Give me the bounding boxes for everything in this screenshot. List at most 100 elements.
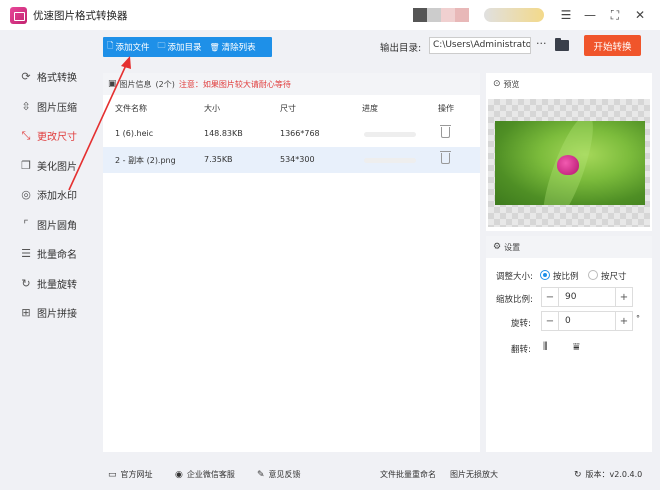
close-icon[interactable]: ✕ (631, 6, 649, 24)
scale-label: 缩放比例: (496, 295, 533, 305)
output-dir-input[interactable]: C:\Users\Administrator\ (429, 37, 531, 54)
file-dims-cell: 1366*768 (280, 129, 320, 138)
radio-by-size-label[interactable]: 按尺寸 (601, 270, 627, 282)
app-title: 优速图片格式转换器 (33, 9, 128, 22)
website-icon: ▭ (108, 469, 117, 480)
clear-list-button[interactable]: 🗑 清除列表 (205, 41, 259, 54)
radio-by-size[interactable] (588, 270, 598, 280)
title-bar: 优速图片格式转换器 ☰ — ⛶ ✕ (0, 0, 660, 30)
flip-vertical-icon[interactable]: ⩸ (573, 340, 580, 354)
user-avatar[interactable] (413, 8, 469, 22)
rename-icon: ☰ (21, 247, 31, 261)
resize-icon: ⤡ (21, 128, 31, 142)
sidebar-item-label: 图片压缩 (37, 102, 77, 114)
file-size-cell: 7.35KB (204, 155, 233, 164)
feedback-icon: ✎ (257, 469, 265, 480)
app-logo-icon (10, 6, 27, 24)
file-count: (2个) (155, 79, 175, 89)
rotate-decrease-button[interactable]: − (542, 316, 558, 327)
file-list-panel: ▣ 图片信息 (2个) 注意：如果图片较大请耐心等待 文件名称 大小 尺寸 进度… (103, 73, 480, 452)
settings-header: ⚙ 设置 (486, 236, 652, 258)
file-icon: 🗋 (107, 41, 114, 50)
round-corner-icon: ⌜ (23, 217, 29, 231)
scale-input[interactable]: 90 (558, 288, 616, 306)
compress-icon: ⇳ (21, 99, 31, 113)
flip-label: 翻转: (511, 345, 531, 355)
sidebar-item-stitch[interactable]: ⊞ 图片拼接 (0, 298, 100, 328)
image-info-icon: ▣ (108, 79, 117, 89)
minimize-icon[interactable]: — (581, 6, 599, 24)
sidebar-item-label: 图片拼接 (37, 309, 77, 321)
refresh-icon: ↻ (574, 469, 582, 480)
wechat-service-link[interactable]: ◉ 企业微信客服 (175, 469, 235, 480)
start-convert-button[interactable]: 开始转换 (584, 35, 641, 56)
sidebar-item-label: 批量命名 (37, 250, 77, 262)
radio-by-ratio[interactable] (540, 270, 550, 280)
preview-header: ⊙ 预览 (493, 79, 520, 89)
progress-bar (364, 132, 416, 137)
flip-horizontal-icon[interactable]: ⫴ (543, 340, 548, 354)
maximize-icon[interactable]: ⛶ (606, 6, 624, 24)
browse-more-button[interactable]: ··· (536, 37, 547, 50)
rotate-stepper: − 0 + (541, 311, 633, 331)
scale-decrease-button[interactable]: − (542, 292, 558, 303)
format-convert-icon: ⟳ (21, 70, 31, 84)
degree-symbol: ° (636, 314, 640, 323)
sidebar-item-resize[interactable]: ⤡ 更改尺寸 (0, 121, 100, 151)
output-dir-label: 输出目录: (380, 43, 422, 54)
file-name-cell: 2 - 副本 (2).png (115, 156, 176, 165)
preview-panel: ⊙ 预览 (486, 73, 652, 231)
batch-rename-link[interactable]: 文件批量重命名 (380, 469, 436, 480)
rotate-increase-button[interactable]: + (616, 316, 632, 327)
beautify-icon: ❐ (21, 158, 31, 172)
sidebar-item-label: 更改尺寸 (37, 132, 77, 144)
file-dims-cell: 534*300 (280, 155, 315, 164)
sidebar: ⟳ 格式转换 ⇳ 图片压缩 ⤡ 更改尺寸 ❐ 美化图片 ◎ 添加水印 ⌜ 图片圆角 ☰ 批量命名 ↻ 批量旋转… (0, 62, 100, 328)
feedback-link[interactable]: ✎ 意见反馈 (257, 469, 301, 480)
scale-stepper: − 90 + (541, 287, 633, 307)
col-action: 操作 (438, 104, 454, 113)
preview-image (495, 121, 645, 205)
add-file-button[interactable]: 🗋 添加文件 (103, 40, 153, 54)
resize-mode-label: 调整大小: (496, 272, 533, 282)
rotate-input[interactable]: 0 (558, 312, 616, 330)
menu-icon[interactable]: ☰ (557, 6, 575, 24)
watermark-icon: ◎ (21, 188, 31, 202)
sidebar-item-format-convert[interactable]: ⟳ 格式转换 (0, 62, 100, 92)
folder-icon: 🗀 (157, 41, 166, 50)
footer: ▭ 官方网址 ◉ 企业微信客服 ✎ 意见反馈 文件批量重命名 图片无损放大 ↻ … (0, 458, 660, 490)
add-directory-button[interactable]: 🗀 添加目录 (153, 40, 205, 54)
sidebar-item-beautify[interactable]: ❐ 美化图片 (0, 151, 100, 181)
delete-row-icon[interactable] (440, 125, 451, 138)
trash-icon: 🗑 (209, 42, 220, 52)
file-panel-header: ▣ 图片信息 (2个) 注意：如果图片较大请耐心等待 (103, 73, 480, 95)
table-header: 文件名称 大小 尺寸 进度 操作 (103, 95, 480, 121)
col-dims: 尺寸 (280, 104, 296, 113)
sidebar-item-rotate[interactable]: ↻ 批量旋转 (0, 269, 100, 299)
sidebar-item-round-corner[interactable]: ⌜ 图片圆角 (0, 210, 100, 240)
annotation-arrow-head (121, 56, 131, 69)
website-link[interactable]: ▭ 官方网址 (108, 469, 153, 480)
user-account-badge[interactable] (484, 8, 544, 22)
progress-bar (364, 158, 416, 163)
sidebar-item-watermark[interactable]: ◎ 添加水印 (0, 180, 100, 210)
lossless-upscale-link[interactable]: 图片无损放大 (450, 469, 498, 480)
file-name-cell: 1 (6).heic (115, 129, 154, 138)
radio-by-ratio-label[interactable]: 按比例 (553, 270, 579, 282)
stitch-icon: ⊞ (21, 306, 31, 320)
sidebar-item-compress[interactable]: ⇳ 图片压缩 (0, 92, 100, 122)
rotate-icon: ↻ (21, 276, 31, 290)
delete-row-icon[interactable] (440, 151, 451, 164)
version-info[interactable]: ↻ 版本：v2.0.4.0 (574, 469, 642, 480)
preview-icon: ⊙ (493, 79, 501, 89)
sidebar-item-rename[interactable]: ☰ 批量命名 (0, 239, 100, 269)
col-progress: 进度 (362, 104, 378, 113)
gear-icon: ⚙ (493, 242, 502, 252)
open-folder-icon[interactable] (555, 38, 569, 51)
file-toolbar: 🗋 添加文件 🗀 添加目录 🗑 清除列表 (103, 37, 272, 57)
sidebar-item-label: 格式转换 (37, 73, 77, 85)
scale-increase-button[interactable]: + (616, 292, 632, 303)
table-row[interactable]: 2 - 副本 (2).png 7.35KB 534*300 (103, 147, 480, 173)
col-name: 文件名称 (115, 104, 147, 113)
table-row[interactable]: 1 (6).heic 148.83KB 1366*768 (103, 121, 480, 147)
